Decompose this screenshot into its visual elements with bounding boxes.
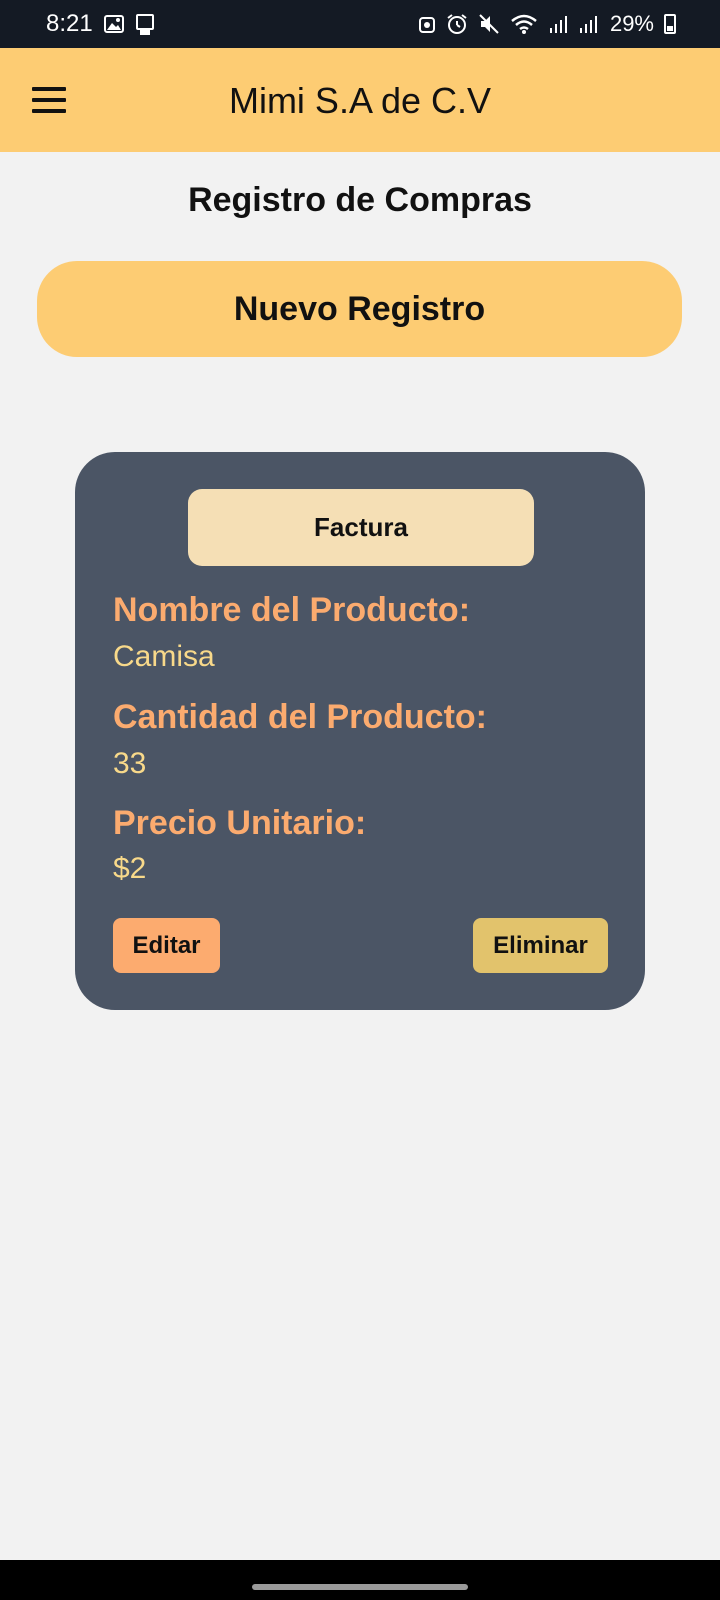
status-notification-icons	[104, 14, 156, 36]
status-bar: 8:21 29%	[0, 0, 720, 48]
image-icon	[104, 15, 124, 33]
status-time: 8:21	[46, 10, 93, 37]
signal-icon	[549, 16, 567, 33]
product-name-label: Nombre del Producto:	[113, 591, 471, 629]
wifi-icon	[511, 14, 537, 34]
page-title: Registro de Compras	[188, 181, 532, 219]
signal-icon	[579, 16, 597, 33]
purchase-card: Factura Nombre del Producto: Camisa Cant…	[75, 452, 645, 1010]
app-bar: Mimi S.A de C.V	[0, 48, 720, 152]
quantity-value: 33	[113, 747, 147, 780]
quantity-label: Cantidad del Producto:	[113, 698, 487, 736]
mute-icon	[479, 14, 499, 34]
home-indicator[interactable]	[252, 1584, 468, 1590]
navigation-bar	[0, 1560, 720, 1600]
edit-button[interactable]: Editar	[113, 918, 220, 973]
delete-button[interactable]: Eliminar	[473, 918, 608, 973]
product-name-value: Camisa	[113, 640, 215, 673]
battery-icon	[664, 14, 676, 34]
alarm-icon	[447, 14, 467, 34]
status-system-icons: 29%	[418, 13, 676, 35]
app-title: Mimi S.A de C.V	[228, 80, 492, 121]
device-icon	[136, 14, 154, 35]
unit-price-value: $2	[113, 852, 147, 885]
android-icon	[418, 17, 435, 33]
battery-percentage: 29%	[609, 11, 654, 36]
invoice-button[interactable]: Factura	[188, 489, 534, 566]
new-record-button[interactable]: Nuevo Registro	[37, 261, 682, 357]
unit-price-label: Precio Unitario:	[113, 804, 367, 842]
